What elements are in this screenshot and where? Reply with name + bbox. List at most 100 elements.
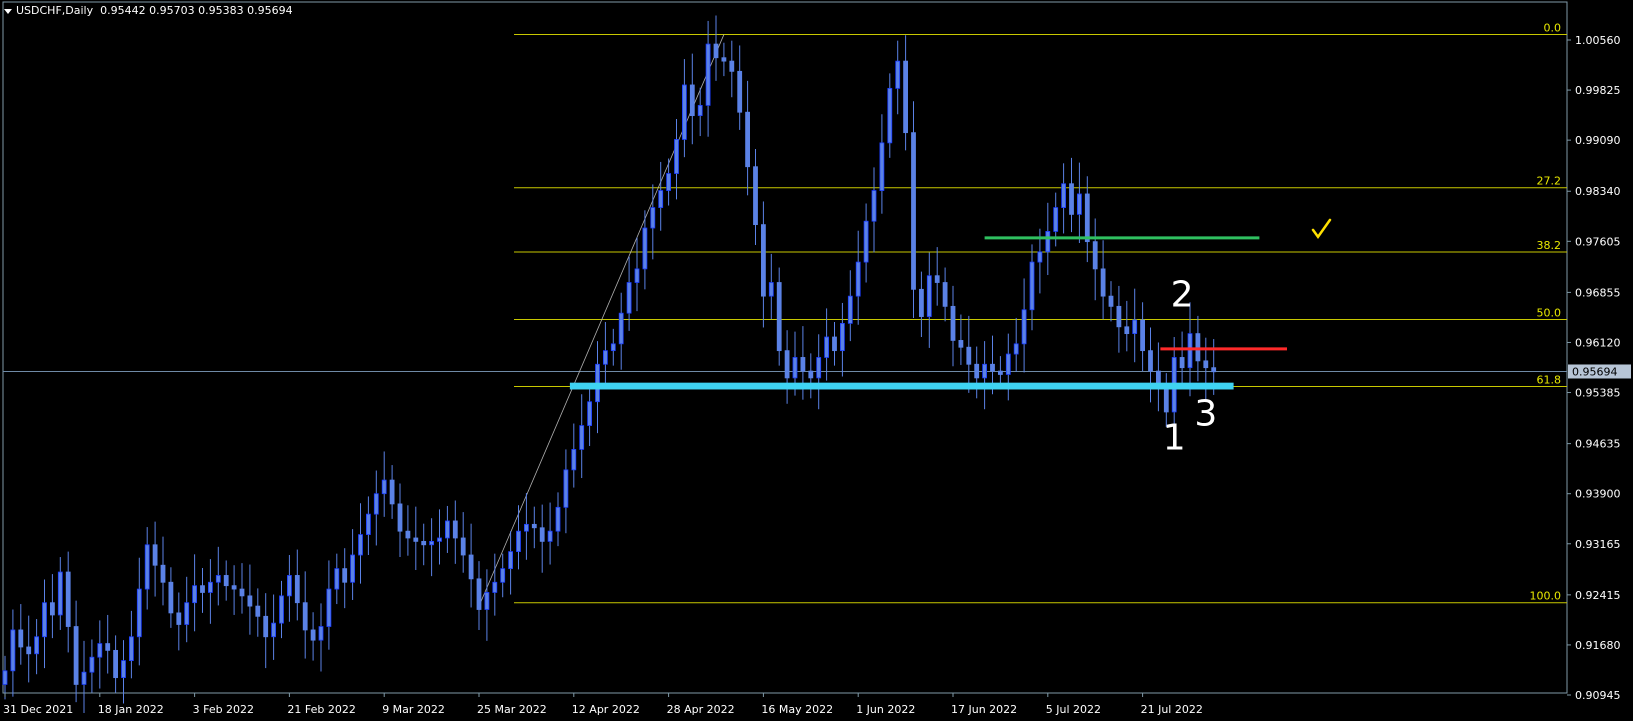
candle-body bbox=[705, 43, 711, 106]
price-tick-label: 0.95385 bbox=[1575, 387, 1621, 400]
wave-label: 2 bbox=[1171, 274, 1194, 315]
fib-level-label: 61.8 bbox=[1537, 374, 1562, 387]
candle-body bbox=[863, 220, 869, 263]
candle-body bbox=[1061, 183, 1066, 208]
candle-body bbox=[397, 503, 403, 532]
price-tick-label: 0.97605 bbox=[1575, 235, 1621, 248]
candle-body bbox=[903, 60, 908, 134]
candle-body bbox=[990, 363, 995, 372]
candle-body bbox=[824, 336, 829, 358]
candle-body bbox=[524, 523, 529, 532]
plot-frame bbox=[2, 1, 1568, 694]
candle-body bbox=[334, 568, 340, 590]
candle-body bbox=[634, 268, 640, 283]
candle-body bbox=[784, 350, 790, 379]
date-tick-label: 1 Jun 2022 bbox=[856, 703, 915, 716]
candle-body bbox=[136, 588, 142, 638]
candle-body bbox=[958, 340, 964, 348]
price-tick-label: 0.94635 bbox=[1575, 438, 1621, 451]
candle-body bbox=[310, 629, 316, 641]
price-tick-label: 0.99825 bbox=[1575, 84, 1621, 97]
candle-body bbox=[192, 585, 198, 604]
candle-body bbox=[942, 282, 948, 307]
candle-body bbox=[934, 275, 940, 283]
candle-body bbox=[81, 671, 87, 685]
candle-body bbox=[326, 588, 332, 627]
candle-body bbox=[682, 84, 687, 140]
date-tick-label: 16 May 2022 bbox=[761, 703, 833, 716]
candle-body bbox=[460, 537, 466, 556]
candle-body bbox=[429, 540, 435, 546]
candle-body bbox=[73, 626, 79, 685]
candle-body bbox=[484, 592, 490, 610]
fib-level-label: 50.0 bbox=[1537, 306, 1562, 319]
candle-body bbox=[563, 469, 569, 508]
candle-body bbox=[571, 449, 577, 471]
price-tick-label: 0.96855 bbox=[1575, 286, 1621, 299]
current-price-label: 0.95694 bbox=[1572, 365, 1618, 378]
candle-body bbox=[1148, 350, 1153, 372]
date-tick-label: 3 Feb 2022 bbox=[193, 703, 254, 716]
candle-body bbox=[1116, 305, 1122, 328]
candle-body bbox=[492, 581, 498, 593]
candle-body bbox=[468, 554, 474, 580]
candle-body bbox=[1045, 231, 1051, 253]
price-chart[interactable]: 0.0 27.2 38.2 50.0 61.8 100.0 2 13 1.00560 0.9982… bbox=[0, 0, 1633, 721]
candle-body bbox=[444, 520, 450, 539]
candle-body bbox=[1069, 183, 1074, 215]
candle-body bbox=[105, 643, 111, 651]
wave-label: 1 bbox=[1163, 417, 1186, 458]
candle-body bbox=[618, 312, 624, 345]
candle-body bbox=[768, 282, 774, 297]
candle-body bbox=[1132, 319, 1138, 335]
candle-body bbox=[263, 615, 269, 638]
candle-body bbox=[1203, 360, 1209, 369]
price-tick-label: 0.93900 bbox=[1575, 488, 1621, 501]
candle-body bbox=[1195, 333, 1201, 362]
candle-body bbox=[737, 70, 743, 113]
candle-body bbox=[911, 132, 916, 290]
candle-body bbox=[508, 551, 514, 570]
candle-body bbox=[215, 575, 221, 583]
candle-body bbox=[1077, 193, 1082, 215]
candle-body bbox=[966, 346, 972, 365]
candle-body bbox=[697, 104, 703, 117]
candle-body bbox=[476, 578, 482, 610]
candle-body bbox=[128, 636, 134, 661]
candle-body bbox=[168, 581, 174, 614]
date-tick-label: 18 Jan 2022 bbox=[98, 703, 164, 716]
candle-body bbox=[50, 602, 55, 616]
candle-body bbox=[974, 363, 980, 379]
fib-level-label: 27.2 bbox=[1537, 175, 1562, 188]
wave-label: 3 bbox=[1194, 394, 1217, 435]
candle-body bbox=[1013, 343, 1019, 355]
candle-body bbox=[1021, 309, 1027, 345]
candle-body bbox=[223, 575, 229, 587]
price-tick-label: 0.99090 bbox=[1575, 134, 1621, 147]
date-tick-label: 21 Feb 2022 bbox=[287, 703, 355, 716]
candle-body bbox=[1029, 261, 1035, 311]
candle-body bbox=[547, 530, 553, 542]
candle-body bbox=[887, 87, 893, 144]
candle-body bbox=[42, 602, 47, 638]
candle-body bbox=[713, 43, 719, 59]
candle-body bbox=[926, 275, 932, 317]
checkmark-icon bbox=[1311, 218, 1332, 240]
candle-body bbox=[121, 660, 126, 679]
candle-body bbox=[871, 190, 877, 222]
price-tick-label: 0.96120 bbox=[1575, 336, 1621, 349]
candle-body bbox=[239, 588, 245, 597]
candle-body bbox=[207, 581, 213, 593]
date-tick-label: 5 Jul 2022 bbox=[1046, 703, 1101, 716]
candle-body bbox=[1163, 387, 1169, 413]
candle-body bbox=[1005, 353, 1011, 375]
candle-body bbox=[294, 575, 300, 604]
candle-body bbox=[847, 295, 853, 324]
candle-body bbox=[729, 60, 735, 72]
candle-body bbox=[10, 629, 16, 672]
candle-body bbox=[808, 370, 814, 379]
candle-body bbox=[895, 60, 901, 89]
date-tick-label: 21 Jul 2022 bbox=[1141, 703, 1203, 716]
candle-body bbox=[184, 602, 190, 625]
candle-body bbox=[626, 282, 632, 314]
